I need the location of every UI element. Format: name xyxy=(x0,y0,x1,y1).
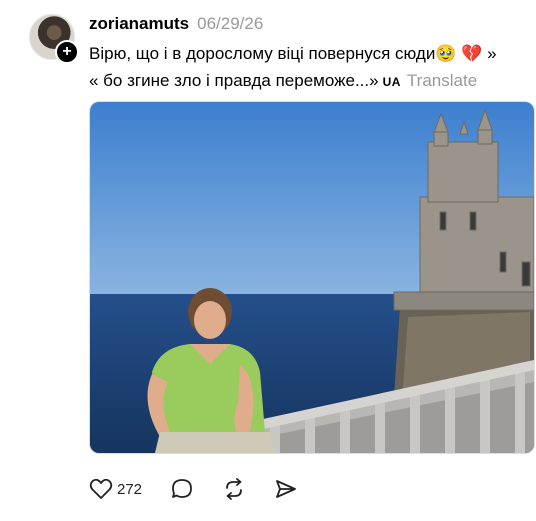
username[interactable]: zorianamuts xyxy=(89,14,189,34)
share-button[interactable] xyxy=(274,478,298,500)
avatar[interactable]: + xyxy=(29,14,79,64)
caption-line-2: « бо згине зло і правда переможе...» xyxy=(89,71,379,90)
like-count: 272 xyxy=(117,480,143,498)
translate-link[interactable]: Translate xyxy=(407,71,477,90)
follow-plus-icon[interactable]: + xyxy=(55,40,79,64)
comment-button[interactable] xyxy=(170,478,194,500)
caption-line-1: Вірю, що і в дорослому віці повернуся сю… xyxy=(89,44,497,63)
language-badge: UA xyxy=(382,75,401,89)
repost-icon xyxy=(226,478,242,500)
caption-line-2-wrap: « бо згине зло і правда переможе...» UA Tr… xyxy=(89,67,529,96)
comment-icon xyxy=(172,479,192,498)
photo-illustration xyxy=(90,102,534,453)
repost-button[interactable] xyxy=(222,478,246,500)
post-caption: Вірю, що і в дорослому віці повернуся сю… xyxy=(89,40,529,96)
share-icon xyxy=(276,480,296,498)
heart-icon xyxy=(89,478,113,499)
like-button[interactable]: 272 xyxy=(89,478,142,500)
post-date[interactable]: 06/29/26 xyxy=(197,14,263,34)
post-header: zorianamuts 06/29/26 xyxy=(89,14,263,36)
post-photo[interactable] xyxy=(89,101,535,454)
post-actions: 272 xyxy=(89,478,326,500)
